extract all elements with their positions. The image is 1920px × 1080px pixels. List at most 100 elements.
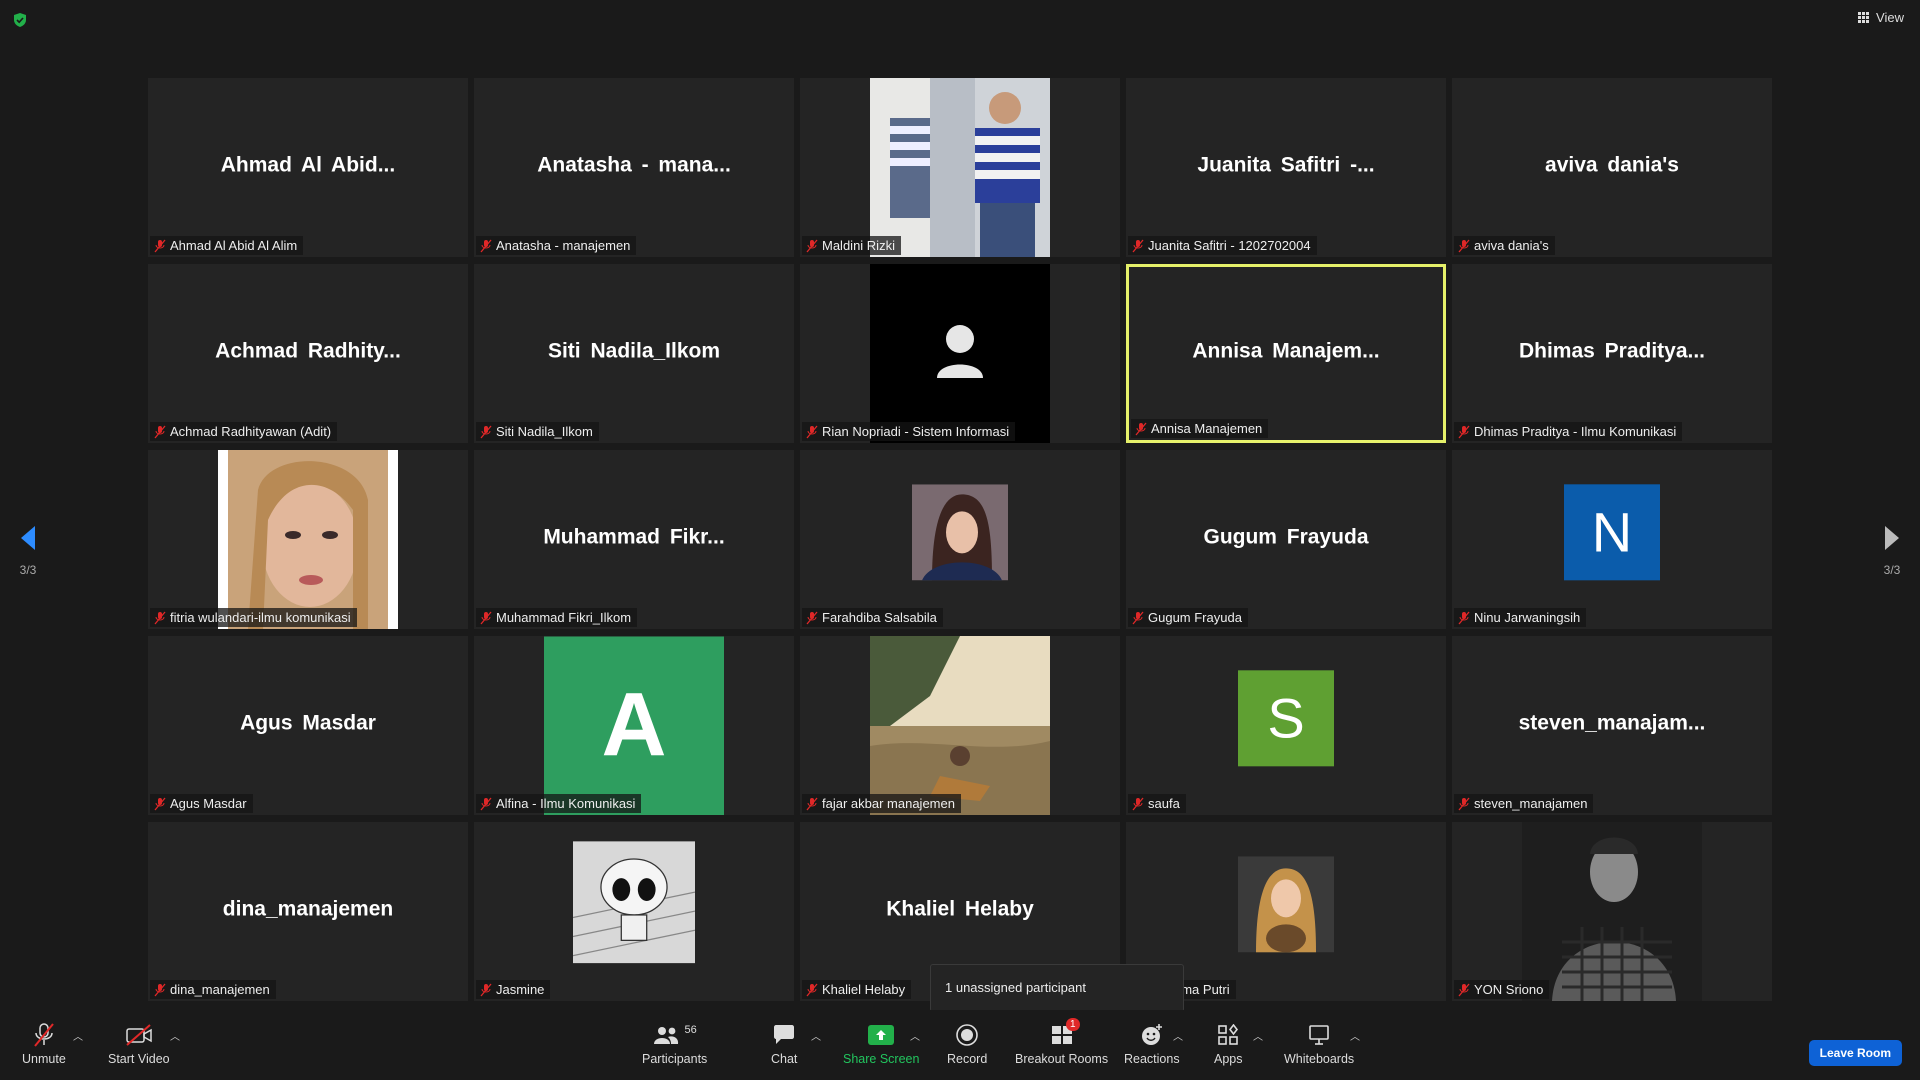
view-button[interactable]: View	[1858, 10, 1904, 25]
apps-label: Apps	[1214, 1052, 1243, 1066]
participant-label: fajar akbar manajemen	[802, 794, 961, 813]
participant-tile[interactable]: Anatasha - mana... Anatasha - manajemen	[474, 78, 794, 257]
participant-label: Anatasha - manajemen	[476, 236, 637, 255]
participant-tile[interactable]: Maldini Rizki	[800, 78, 1120, 257]
participant-tile[interactable]: Agus Masdar Agus Masdar	[148, 636, 468, 815]
record-button[interactable]: Record	[947, 1022, 987, 1066]
participant-label: Annisa Manajemen	[1131, 419, 1269, 438]
participant-label: Rian Nopriadi - Sistem Informasi	[802, 422, 1016, 441]
whiteboards-button[interactable]: Whiteboards	[1284, 1022, 1354, 1066]
participant-name: Khaliel Helaby	[822, 982, 906, 997]
participant-video	[870, 78, 1050, 257]
participant-tile[interactable]: YON Sriono	[1452, 822, 1772, 1001]
share-screen-icon	[868, 1025, 895, 1045]
participant-label: Khaliel Helaby	[802, 980, 912, 999]
participant-label: Jasmine	[476, 980, 551, 999]
security-shield-icon[interactable]	[12, 12, 28, 28]
participant-name: saufa	[1148, 796, 1180, 811]
participant-tile[interactable]: aviva dania's aviva dania's	[1452, 78, 1772, 257]
chat-label: Chat	[771, 1052, 798, 1066]
apps-icon	[1218, 1024, 1239, 1045]
participant-tile[interactable]: steven_manajam... steven_manajamen	[1452, 636, 1772, 815]
participant-label: Alfina - Ilmu Komunikasi	[476, 794, 642, 813]
apps-options-chevron-icon[interactable]: ︿	[1253, 1028, 1263, 1043]
reactions-button[interactable]: Reactions	[1124, 1022, 1180, 1066]
participant-tile[interactable]: Gugum Frayuda Gugum Frayuda	[1126, 450, 1446, 629]
participant-tile[interactable]: Farahdiba Salsabila	[800, 450, 1120, 629]
muted-mic-icon	[1458, 239, 1470, 252]
participant-tile[interactable]: A Alfina - Ilmu Komunikasi	[474, 636, 794, 815]
participant-display-name: Ahmad Al Abid...	[220, 153, 396, 177]
initial-avatar: A	[544, 636, 724, 815]
participant-tile[interactable]: Achmad Radhity... Achmad Radhityawan (Ad…	[148, 264, 468, 443]
participant-tile[interactable]: Jasmine	[474, 822, 794, 1001]
record-icon	[956, 1024, 978, 1046]
participant-name: Rian Nopriadi - Sistem Informasi	[822, 424, 1010, 439]
muted-mic-icon	[154, 611, 166, 624]
active-speaker-tile[interactable]: Annisa Manajem... Annisa Manajemen	[1126, 264, 1446, 443]
participant-display-name: Dhimas Praditya...	[1518, 339, 1706, 363]
participant-tile[interactable]: S saufa	[1126, 636, 1446, 815]
chat-options-chevron-icon[interactable]: ︿	[811, 1028, 821, 1043]
participant-name: Gugum Frayuda	[1148, 610, 1242, 625]
arrow-left-icon	[21, 526, 35, 550]
participant-display-name: Annisa Manajem...	[1192, 339, 1380, 363]
reactions-options-chevron-icon[interactable]: ︿	[1173, 1028, 1183, 1043]
participant-tile[interactable]: dina_manajemen dina_manajemen	[148, 822, 468, 1001]
participant-tile[interactable]: Rian Nopriadi - Sistem Informasi	[800, 264, 1120, 443]
apps-button[interactable]: Apps	[1214, 1022, 1243, 1066]
participant-name: Alfina - Ilmu Komunikasi	[496, 796, 636, 811]
video-options-chevron-icon[interactable]: ︿	[170, 1028, 180, 1043]
chat-button[interactable]: Chat	[771, 1022, 797, 1066]
whiteboard-icon	[1309, 1025, 1329, 1045]
profile-picture	[1238, 855, 1334, 952]
participant-name: YON Sriono	[1474, 982, 1544, 997]
breakout-rooms-button[interactable]: 1 Breakout Rooms	[1015, 1018, 1108, 1066]
participant-name: Farahdiba Salsabila	[822, 610, 937, 625]
muted-mic-icon	[1132, 239, 1144, 252]
share-options-chevron-icon[interactable]: ︿	[910, 1028, 920, 1043]
participant-label: Dhimas Praditya - Ilmu Komunikasi	[1454, 422, 1683, 441]
whiteboards-options-chevron-icon[interactable]: ︿	[1350, 1028, 1360, 1043]
participant-display-name: Achmad Radhity...	[215, 339, 401, 363]
previous-page-button[interactable]: 3/3	[8, 524, 48, 577]
participant-tile[interactable]: Muhammad Fikr... Muhammad Fikri_Ilkom	[474, 450, 794, 629]
muted-mic-icon	[480, 239, 492, 252]
participant-name: fajar akbar manajemen	[822, 796, 955, 811]
participant-tile[interactable]: fitria wulandari-ilmu komunikasi	[148, 450, 468, 629]
muted-mic-icon	[806, 797, 818, 810]
participant-name: Dhimas Praditya - Ilmu Komunikasi	[1474, 424, 1677, 439]
participant-name: Jasmine	[496, 982, 545, 997]
participant-name: Maldini Rizki	[822, 238, 895, 253]
start-video-label: Start Video	[108, 1052, 170, 1066]
participant-label: fitria wulandari-ilmu komunikasi	[150, 608, 357, 627]
participant-name: fitria wulandari-ilmu komunikasi	[170, 610, 351, 625]
participant-name: Anatasha - manajemen	[496, 238, 631, 253]
participant-tile[interactable]: Ahmad Al Abid... Ahmad Al Abid Al Alim	[148, 78, 468, 257]
muted-mic-icon	[1132, 797, 1144, 810]
participant-tile[interactable]: N Ninu Jarwaningsih	[1452, 450, 1772, 629]
muted-mic-icon	[154, 983, 166, 996]
unmute-button[interactable]: Unmute	[22, 1022, 66, 1066]
start-video-button[interactable]: Start Video	[108, 1022, 170, 1066]
participant-video	[1522, 822, 1702, 1001]
participants-button[interactable]: 56 Participants	[642, 1022, 707, 1066]
participant-display-name: Anatasha - mana...	[537, 153, 731, 177]
participant-tile[interactable]: Dhimas Praditya... Dhimas Praditya - Ilm…	[1452, 264, 1772, 443]
muted-mic-icon	[1135, 422, 1147, 435]
audio-options-chevron-icon[interactable]: ︿	[73, 1028, 83, 1043]
participant-name: steven_manajamen	[1474, 796, 1588, 811]
tooltip-text: 1 unassigned participant	[945, 980, 1086, 995]
leave-room-button[interactable]: Leave Room	[1808, 1040, 1902, 1066]
record-label: Record	[947, 1052, 988, 1066]
participant-name: Ninu Jarwaningsih	[1474, 610, 1581, 625]
participant-tile[interactable]: Juanita Safitri -... Juanita Safitri - 1…	[1126, 78, 1446, 257]
participant-tile[interactable]: Siti Nadila_Ilkom Siti Nadila_Ilkom	[474, 264, 794, 443]
reactions-label: Reactions	[1124, 1052, 1180, 1066]
share-screen-button[interactable]: Share Screen	[843, 1022, 919, 1066]
participant-tile[interactable]: fajar akbar manajemen	[800, 636, 1120, 815]
next-page-button[interactable]: 3/3	[1872, 524, 1912, 577]
participant-video	[870, 636, 1050, 815]
participant-label: Maldini Rizki	[802, 236, 901, 255]
participant-label: Muhammad Fikri_Ilkom	[476, 608, 638, 627]
